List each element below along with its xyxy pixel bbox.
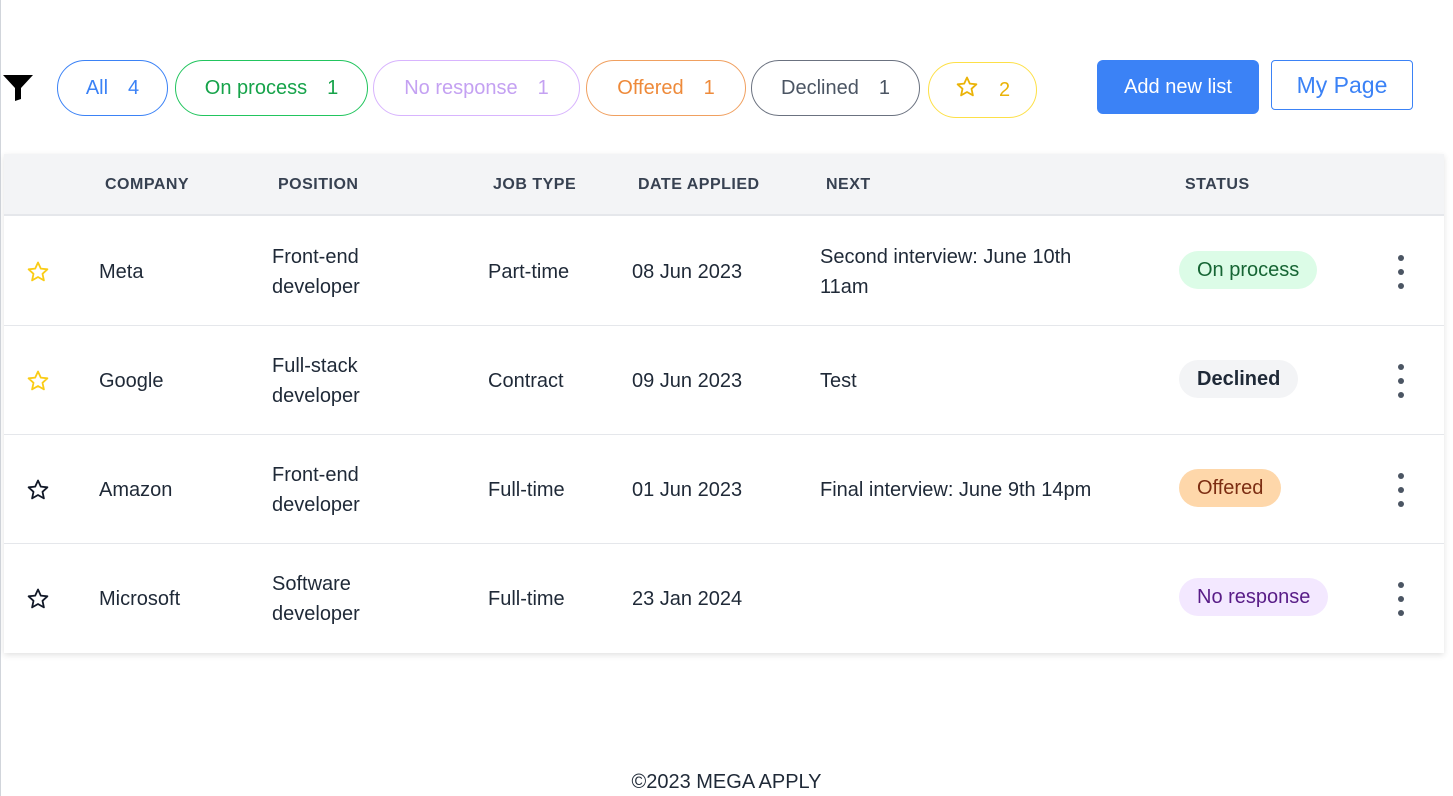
filter-pill-count: 1 [703, 76, 715, 99]
position-cell-line2: developer [272, 276, 360, 298]
company-cell: Meta [99, 261, 144, 283]
filter-pill-count: 4 [128, 76, 140, 99]
date-applied-cell: 23 Jan 2024 [632, 588, 743, 610]
status-badge: No response [1179, 578, 1329, 616]
job-type-cell: Full-time [488, 479, 565, 501]
filter-pill-offered[interactable]: Offered 1 [586, 60, 746, 116]
filter-pill-count: 1 [878, 76, 890, 99]
filter-pill-count: 1 [537, 76, 549, 99]
column-header-company: COMPANY [105, 176, 190, 193]
more-options-icon[interactable] [1392, 581, 1410, 617]
date-applied-cell: 01 Jun 2023 [632, 479, 743, 501]
next-cell-line2: 11am [820, 276, 869, 298]
column-header-job-type: JOB TYPE [493, 176, 577, 193]
filter-icon[interactable] [2, 74, 34, 102]
filter-pill-label: Declined [781, 76, 859, 99]
date-applied-cell: 08 Jun 2023 [632, 261, 743, 283]
position-cell-line1: Front-end [272, 464, 359, 486]
company-cell: Amazon [99, 479, 173, 501]
more-options-icon[interactable] [1392, 472, 1410, 508]
table-row: Microsoft Software developer Full-time 2… [4, 544, 1444, 653]
company-cell: Google [99, 370, 164, 392]
position-cell-line1: Full-stack [272, 355, 358, 377]
star-icon [955, 75, 979, 105]
next-cell-line1: Second interview: June 10th [820, 246, 1072, 268]
more-options-icon[interactable] [1392, 254, 1410, 290]
column-header-next: NEXT [826, 176, 871, 193]
my-page-button[interactable]: My Page [1271, 60, 1413, 110]
filter-pill-declined[interactable]: Declined 1 [751, 60, 920, 116]
status-badge: Offered [1179, 469, 1282, 507]
column-header-position: POSITION [278, 176, 359, 193]
filter-pill-count: 1 [327, 76, 339, 99]
applications-table: COMPANY POSITION JOB TYPE DATE APPLIED N… [4, 154, 1444, 653]
footer-copyright: ©2023 MEGA APPLY [631, 771, 822, 793]
page-left-border [0, 0, 1, 796]
filter-pill-label: On process [204, 76, 308, 99]
table-header: COMPANY POSITION JOB TYPE DATE APPLIED N… [4, 154, 1444, 216]
star-icon[interactable] [26, 587, 50, 611]
position-cell-line2: developer [272, 603, 360, 625]
next-cell-line1: Final interview: June 9th 14pm [820, 479, 1092, 501]
position-cell-line1: Software [272, 573, 351, 595]
filter-pill-label: No response [404, 76, 518, 99]
job-type-cell: Full-time [488, 588, 565, 610]
filter-pill-no-response[interactable]: No response 1 [373, 60, 580, 116]
date-applied-cell: 09 Jun 2023 [632, 370, 743, 392]
filter-pill-label: All [85, 76, 109, 99]
column-header-date-applied: DATE APPLIED [638, 176, 760, 193]
table-row: Google Full-stack developer Contract 09 … [4, 326, 1444, 435]
table-row: Amazon Front-end developer Full-time 01 … [4, 435, 1444, 544]
filter-pill-starred[interactable]: 2 [928, 62, 1037, 118]
filter-pill-label: Offered [617, 76, 684, 99]
status-badge: On process [1179, 251, 1318, 289]
position-cell-line1: Front-end [272, 246, 359, 268]
filter-pill-count: 2 [998, 78, 1011, 101]
column-header-status: STATUS [1185, 176, 1250, 193]
next-cell-line1: Test [820, 370, 857, 392]
more-options-icon[interactable] [1392, 363, 1410, 399]
position-cell-line2: developer [272, 494, 360, 516]
job-type-cell: Part-time [488, 261, 570, 283]
filter-pill-on-process[interactable]: On process 1 [175, 60, 368, 116]
filter-pill-all[interactable]: All 4 [57, 60, 168, 116]
table-row: Meta Front-end developer Part-time 08 Ju… [4, 217, 1444, 326]
star-icon[interactable] [26, 478, 50, 502]
star-icon[interactable] [26, 260, 50, 284]
add-new-list-button[interactable]: Add new list [1097, 60, 1259, 114]
job-type-cell: Contract [488, 370, 564, 392]
status-badge: Declined [1179, 360, 1299, 398]
company-cell: Microsoft [99, 588, 181, 610]
position-cell-line2: developer [272, 385, 360, 407]
star-icon[interactable] [26, 369, 50, 393]
